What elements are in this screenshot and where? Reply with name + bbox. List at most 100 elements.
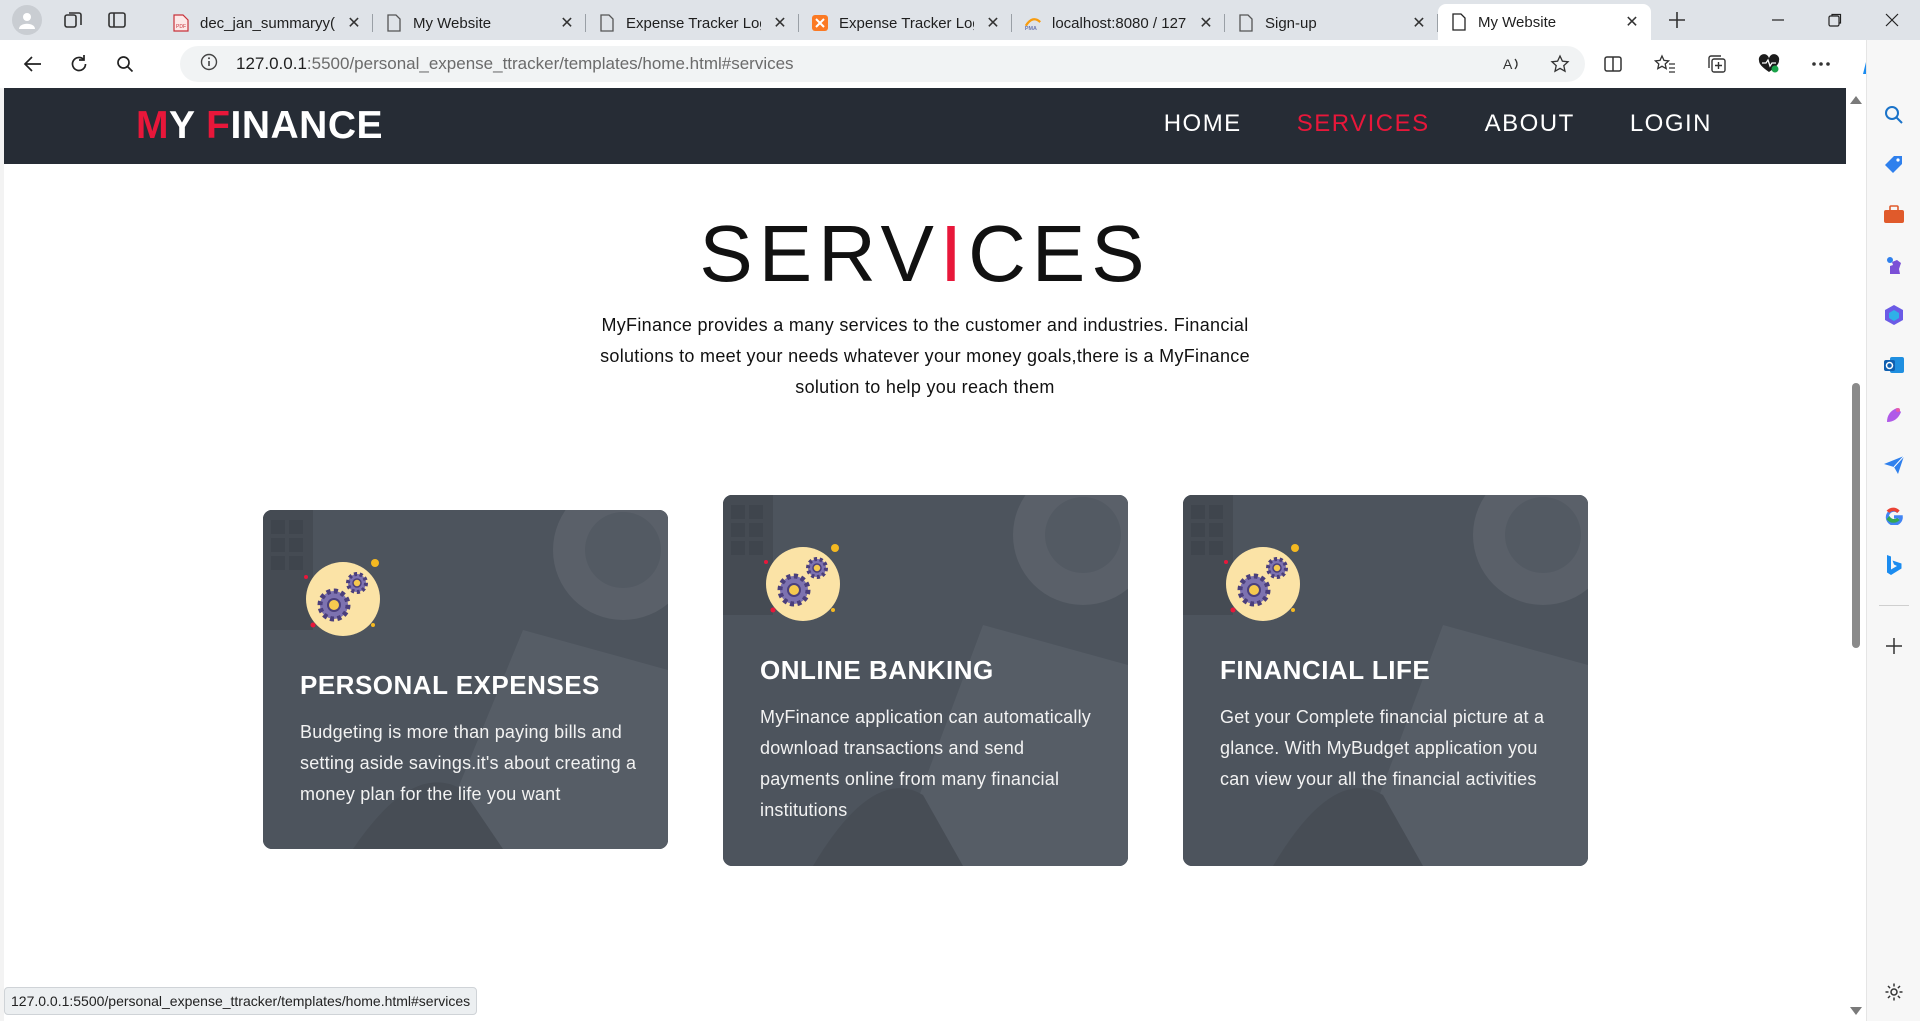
close-icon[interactable]: ✕ (1623, 13, 1641, 31)
send-icon[interactable] (1879, 450, 1909, 480)
sidebar-settings-icon[interactable] (1879, 977, 1909, 1007)
heading-accent-letter: I (939, 209, 969, 298)
search-button[interactable] (104, 43, 146, 85)
service-card-financial-life[interactable]: FINANCIAL LIFE Get your Complete financi… (1183, 495, 1588, 866)
link-status-bar: 127.0.0.1:5500/personal_expense_ttracker… (4, 987, 478, 1015)
tab-title: My Website (413, 14, 492, 32)
page-scrollbar[interactable] (1846, 88, 1866, 1021)
heading-part: SERV (699, 209, 940, 298)
games-chess-icon[interactable] (1879, 250, 1909, 280)
scroll-down-arrow-icon[interactable] (1850, 1007, 1862, 1015)
shopping-tag-icon[interactable] (1879, 150, 1909, 180)
tab-4[interactable]: PMA localhost:8080 / 127 ✕ (1012, 6, 1225, 40)
card-title: FINANCIAL LIFE (1220, 655, 1431, 685)
more-options-icon[interactable] (1806, 49, 1836, 79)
page-icon (598, 14, 616, 32)
tab-strip-lead (0, 0, 160, 40)
svg-text:PDF: PDF (176, 24, 186, 30)
page-icon (385, 14, 403, 32)
card-title: PERSONAL EXPENSES (300, 670, 600, 700)
site-logo[interactable]: MY FINANCE (136, 104, 383, 148)
nav-about-link[interactable]: ABOUT (1485, 110, 1575, 138)
bing-icon[interactable] (1879, 550, 1909, 580)
info-icon[interactable] (200, 53, 218, 76)
collections-icon[interactable] (1702, 49, 1732, 79)
sidebar-search-icon[interactable] (1879, 100, 1909, 130)
browser-essentials-icon[interactable] (1754, 49, 1784, 79)
tab-6-active[interactable]: My Website ✕ (1438, 4, 1651, 40)
toolbar-actions (1598, 40, 1888, 88)
close-icon[interactable]: ✕ (558, 14, 576, 32)
svg-text:A: A (1503, 56, 1513, 72)
gears-icon (764, 544, 840, 621)
restore-button[interactable] (1806, 0, 1863, 40)
add-sidebar-app-icon[interactable] (1879, 631, 1909, 661)
tab-title: localhost:8080 / 127 (1052, 14, 1187, 32)
plus-icon (1669, 12, 1685, 28)
vertical-tabs-icon[interactable] (104, 7, 130, 33)
close-icon[interactable]: ✕ (1197, 14, 1215, 32)
close-icon[interactable]: ✕ (771, 14, 789, 32)
card-title: ONLINE BANKING (760, 655, 994, 685)
site-nav-links: HOME SERVICES ABOUT LOGIN (1164, 110, 1712, 138)
back-button[interactable] (12, 43, 54, 85)
tab-0[interactable]: PDF dec_jan_summaryy( ✕ (160, 6, 373, 40)
site-navbar: MY FINANCE HOME SERVICES ABOUT LOGIN (4, 88, 1846, 164)
window-controls (1749, 0, 1920, 40)
gears-icon (1224, 544, 1300, 621)
search-icon (117, 56, 134, 73)
tab-title: dec_jan_summaryy( (200, 14, 335, 32)
services-intro: MyFinance provides a many services to th… (600, 315, 1250, 397)
close-icon[interactable]: ✕ (1410, 14, 1428, 32)
tab-3[interactable]: Expense Tracker Log ✕ (799, 6, 1012, 40)
sidebar-divider (1879, 605, 1909, 606)
tab-5[interactable]: Sign-up ✕ (1225, 6, 1438, 40)
favorite-star-icon[interactable] (1545, 49, 1575, 79)
favorites-icon[interactable] (1650, 49, 1680, 79)
tab-title: My Website (1478, 13, 1557, 31)
tab-title: Expense Tracker Log (626, 14, 761, 32)
outlook-icon[interactable] (1879, 350, 1909, 380)
gears-icon (304, 559, 380, 636)
url-path: :5500/personal_expense_ttracker/template… (306, 54, 794, 73)
tab-title: Sign-up (1265, 14, 1317, 32)
service-card-online-banking[interactable]: ONLINE BANKING MyFinance application can… (723, 495, 1128, 866)
tools-briefcase-icon[interactable] (1879, 200, 1909, 230)
card-description: Budgeting is more than paying bills and … (300, 722, 637, 804)
nav-login-link[interactable]: LOGIN (1630, 110, 1712, 138)
close-window-button[interactable] (1863, 0, 1920, 40)
nav-services-link[interactable]: SERVICES (1297, 110, 1430, 138)
workspaces-icon[interactable] (60, 7, 86, 33)
close-icon[interactable]: ✕ (345, 14, 363, 32)
microsoft-365-icon[interactable] (1879, 300, 1909, 330)
url-text[interactable]: 127.0.0.1:5500/personal_expense_ttracker… (236, 54, 794, 74)
phpmyadmin-icon: PMA (1024, 14, 1042, 32)
service-card-personal-expenses[interactable]: PERSONAL EXPENSES Budgeting is more than… (263, 510, 668, 849)
minimize-button[interactable] (1749, 0, 1806, 40)
refresh-icon (71, 55, 87, 72)
tab-1[interactable]: My Website ✕ (373, 6, 586, 40)
tab-list: PDF dec_jan_summaryy( ✕ My Website ✕ Exp… (160, 0, 1651, 40)
url-host: 127.0.0.1 (236, 54, 307, 73)
close-icon[interactable]: ✕ (984, 14, 1002, 32)
svg-text:PMA: PMA (1025, 26, 1037, 32)
tab-2[interactable]: Expense Tracker Log ✕ (586, 6, 799, 40)
refresh-button[interactable] (58, 43, 100, 85)
services-heading: SERVICES (4, 208, 1846, 300)
split-screen-icon[interactable] (1598, 49, 1628, 79)
card-description: MyFinance application can automatically … (760, 707, 1091, 820)
logo-letter-y: Y (169, 104, 207, 147)
read-aloud-icon[interactable]: A (1497, 49, 1527, 79)
browser-toolbar: 127.0.0.1:5500/personal_expense_ttracker… (0, 40, 1920, 88)
designer-icon[interactable] (1879, 400, 1909, 430)
page-icon (1450, 13, 1468, 31)
new-tab-button[interactable] (1657, 0, 1697, 40)
profile-icon[interactable] (12, 5, 42, 35)
scroll-up-arrow-icon[interactable] (1850, 96, 1862, 104)
scroll-thumb[interactable] (1852, 383, 1860, 648)
nav-home-link[interactable]: HOME (1164, 110, 1242, 138)
pdf-icon: PDF (172, 14, 190, 32)
google-icon[interactable] (1879, 500, 1909, 530)
xampp-icon (811, 14, 829, 32)
address-bar[interactable]: 127.0.0.1:5500/personal_expense_ttracker… (180, 46, 1585, 82)
